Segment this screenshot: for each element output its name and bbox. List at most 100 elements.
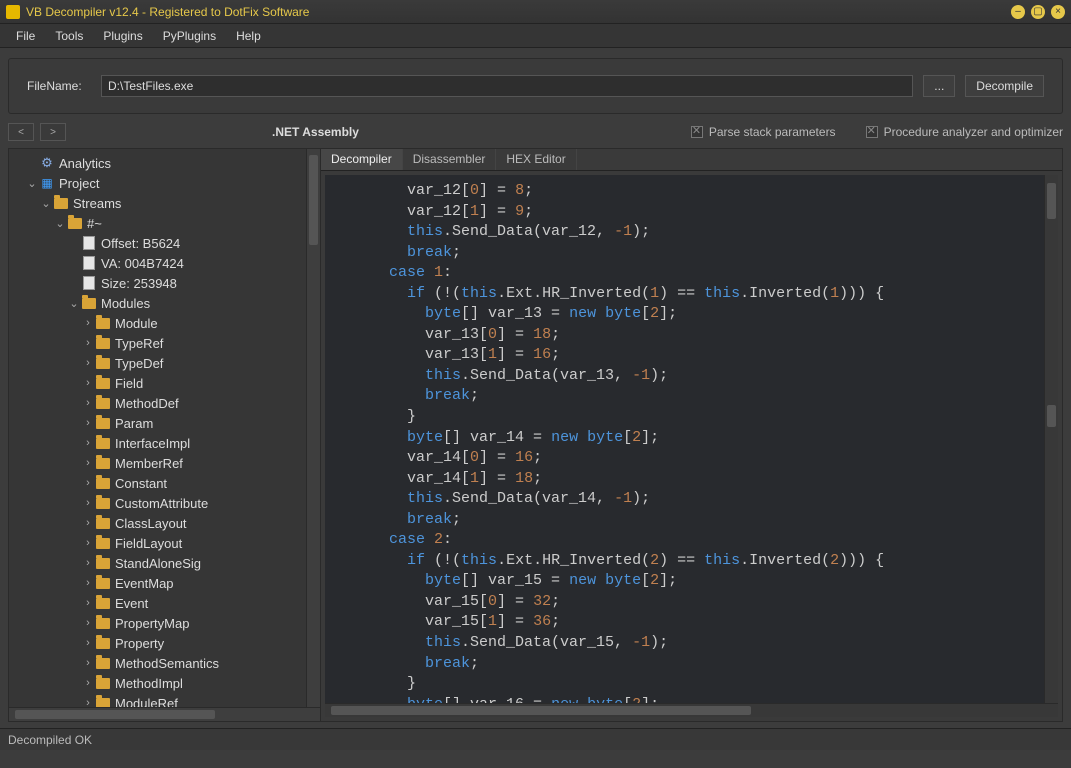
tree-icon <box>81 295 97 311</box>
window-title: VB Decompiler v12.4 - Registered to DotF… <box>26 5 1011 19</box>
tree-offset[interactable]: Offset: B5624 <box>11 233 318 253</box>
twisty-icon: › <box>81 657 95 669</box>
code-scrollbar-h[interactable] <box>325 703 1058 717</box>
nav-back-button[interactable]: < <box>8 123 34 141</box>
tree-item-methoddef[interactable]: › MethodDef <box>11 393 318 413</box>
tree-scroll[interactable]: ⚙ Analytics ⌄▦Project⌄Streams⌄#~ Offset: B5… <box>9 149 320 707</box>
menu-pyplugins[interactable]: PyPlugins <box>155 26 224 46</box>
status-bar: Decompiled OK <box>0 728 1071 750</box>
code-scrollbar-v[interactable] <box>1044 175 1058 703</box>
tree-item-customattribute[interactable]: › CustomAttribute <box>11 493 318 513</box>
tree-item-moduleref[interactable]: ›ModuleRef <box>11 693 318 707</box>
maximize-icon[interactable]: ▢ <box>1031 5 1045 19</box>
twisty-icon: › <box>81 677 95 689</box>
tree-label: Property <box>115 636 164 651</box>
tree-size[interactable]: Size: 253948 <box>11 273 318 293</box>
tree-va[interactable]: VA: 004B7424 <box>11 253 318 273</box>
menu-file[interactable]: File <box>8 26 43 46</box>
minimize-icon[interactable]: – <box>1011 5 1025 19</box>
tree-project[interactable]: ⌄▦Project <box>11 173 318 193</box>
menu-tools[interactable]: Tools <box>47 26 91 46</box>
tree-label: MethodDef <box>115 396 179 411</box>
twisty-icon: ⌄ <box>67 297 81 310</box>
menu-plugins[interactable]: Plugins <box>95 26 150 46</box>
tree-item-methodimpl[interactable]: › MethodImpl <box>11 673 318 693</box>
tree-label: Event <box>115 596 148 611</box>
status-text: Decompiled OK <box>8 733 92 747</box>
twisty-icon: › <box>81 377 95 389</box>
tree-icon <box>95 535 111 551</box>
tree-scrollbar-h[interactable] <box>9 707 320 721</box>
tree-icon <box>95 335 111 351</box>
browse-button[interactable]: ... <box>923 75 955 97</box>
tree-label: TypeDef <box>115 356 163 371</box>
tree-label: VA: 004B7424 <box>101 256 184 271</box>
tab-hex-editor[interactable]: HEX Editor <box>496 149 576 170</box>
check-parse-stack-label: Parse stack parameters <box>709 125 836 139</box>
tree-item-propertymap[interactable]: ›PropertyMap <box>11 613 318 633</box>
tree-item-module[interactable]: ›Module <box>11 313 318 333</box>
twisty-icon: › <box>81 617 95 629</box>
tree-item-field[interactable]: › Field <box>11 373 318 393</box>
tree-label: Analytics <box>59 156 111 171</box>
tree-item-constant[interactable]: ›Constant <box>11 473 318 493</box>
filename-input[interactable] <box>101 75 913 97</box>
assembly-label: .NET Assembly <box>272 125 359 139</box>
tree-item-interfaceimpl[interactable]: ›InterfaceImpl <box>11 433 318 453</box>
twisty-icon: › <box>81 397 95 409</box>
check-proc-analyzer[interactable]: Procedure analyzer and optimizer <box>866 125 1063 139</box>
tree-item-eventmap[interactable]: ›EventMap <box>11 573 318 593</box>
tree-analytics[interactable]: ⚙ Analytics <box>11 153 318 173</box>
tree-label: Offset: B5624 <box>101 236 180 251</box>
tree-item-methodsemantics[interactable]: › MethodSemantics <box>11 653 318 673</box>
tree-streams[interactable]: ⌄Streams <box>11 193 318 213</box>
tree-label: Param <box>115 416 153 431</box>
close-icon[interactable]: × <box>1051 5 1065 19</box>
tab-disassembler[interactable]: Disassembler <box>403 149 497 170</box>
tree-label: FieldLayout <box>115 536 182 551</box>
tree-panel: ⚙ Analytics ⌄▦Project⌄Streams⌄#~ Offset: B5… <box>9 149 321 721</box>
tab-decompiler[interactable]: Decompiler <box>321 149 403 170</box>
tree-icon <box>67 215 83 231</box>
tree-icon <box>95 475 111 491</box>
tree-scrollbar-v[interactable] <box>306 149 320 707</box>
tree-label: Constant <box>115 476 167 491</box>
code-tabs: Decompiler Disassembler HEX Editor <box>321 149 1062 171</box>
tree-item-param[interactable]: ›Param <box>11 413 318 433</box>
tree-icon <box>95 395 111 411</box>
code-view[interactable]: var_12[0] = 8; var_12[1] = 9; this.Send_… <box>321 171 1062 721</box>
tree-label: CustomAttribute <box>115 496 208 511</box>
tree-label: Field <box>115 376 143 391</box>
twisty-icon: › <box>81 497 95 509</box>
tree-label: MethodSemantics <box>115 656 219 671</box>
twisty-icon: › <box>81 557 95 569</box>
tree-modules[interactable]: ⌄Modules <box>11 293 318 313</box>
tree-item-memberref[interactable]: ›MemberRef <box>11 453 318 473</box>
tree-icon: ▦ <box>39 175 55 191</box>
tree-icon <box>95 435 111 451</box>
tree-hash[interactable]: ⌄#~ <box>11 213 318 233</box>
tree-item-standalonesig[interactable]: ›StandAloneSig <box>11 553 318 573</box>
menu-help[interactable]: Help <box>228 26 269 46</box>
check-parse-stack[interactable]: Parse stack parameters <box>691 125 836 139</box>
tree-label: MemberRef <box>115 456 183 471</box>
twisty-icon: ⌄ <box>39 197 53 210</box>
file-panel: FileName: ... Decompile <box>8 58 1063 114</box>
twisty-icon: › <box>81 637 95 649</box>
tree-item-property[interactable]: › Property <box>11 633 318 653</box>
tree-item-classlayout[interactable]: ›ClassLayout <box>11 513 318 533</box>
tree-icon <box>95 375 111 391</box>
tree-icon: ⚙ <box>39 155 55 171</box>
tree-icon <box>95 615 111 631</box>
tree-icon <box>95 315 111 331</box>
nav-forward-button[interactable]: > <box>40 123 66 141</box>
tree-item-event[interactable]: ›Event <box>11 593 318 613</box>
tree-icon <box>95 695 111 707</box>
tree-item-typeref[interactable]: ›TypeRef <box>11 333 318 353</box>
tree-item-fieldlayout[interactable]: ›FieldLayout <box>11 533 318 553</box>
tree-icon <box>53 195 69 211</box>
tree-label: MethodImpl <box>115 676 183 691</box>
tree-item-typedef[interactable]: ›TypeDef <box>11 353 318 373</box>
tree-label: Module <box>115 316 158 331</box>
decompile-button[interactable]: Decompile <box>965 75 1044 97</box>
